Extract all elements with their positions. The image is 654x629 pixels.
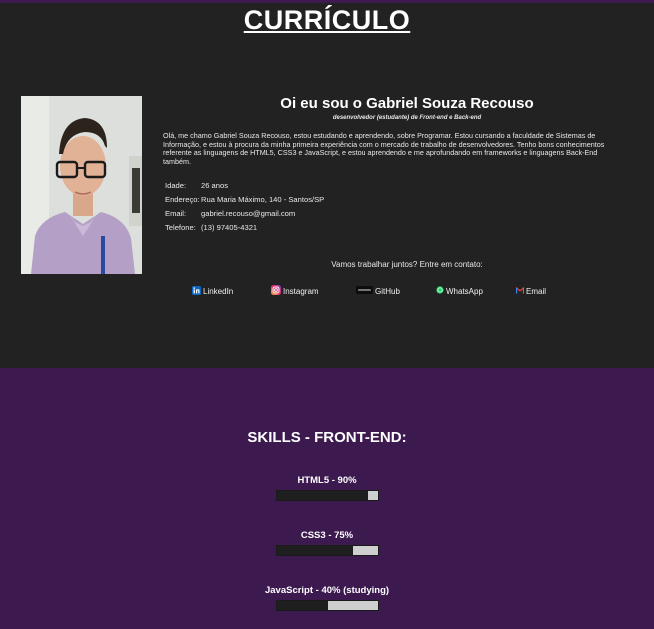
email-link[interactable]: Email xyxy=(515,284,547,298)
contact-links: LinkedIn Instagram GitHub WhatsApp Email xyxy=(190,284,590,298)
info-label: Idade: xyxy=(165,180,187,190)
skill-bar-html xyxy=(276,490,379,501)
skill-label-html: HTML5 - 90% xyxy=(297,475,357,486)
instagram-icon xyxy=(271,285,281,297)
linkedin-link[interactable]: LinkedIn xyxy=(192,284,233,298)
github-link[interactable]: GitHub xyxy=(356,284,400,298)
instagram-link[interactable]: Instagram xyxy=(271,284,319,298)
page-title: CURRÍCULO xyxy=(243,5,411,35)
linkedin-icon xyxy=(192,285,201,297)
contact-invite: Vamos trabalhar juntos? Entre em contato… xyxy=(331,260,483,269)
email-label: Email xyxy=(526,286,547,296)
skill-label-css: CSS3 - 75% xyxy=(300,530,354,541)
info-row-age: Idade: 26 anos xyxy=(165,178,324,192)
profile-photo xyxy=(21,96,142,274)
info-label: Email: xyxy=(165,208,187,218)
skills-title: SKILLS - FRONT-END: xyxy=(247,429,407,446)
gmail-icon xyxy=(515,286,525,296)
info-label: Telefone: xyxy=(165,222,196,232)
info-value: 26 anos xyxy=(201,180,229,190)
header-section: CURRÍCULO Oi eu sou o Gabriel Souza Reco… xyxy=(0,3,654,368)
info-label: Endereço: xyxy=(165,194,200,204)
info-row-phone: Telefone: (13) 97405-4321 xyxy=(165,220,324,234)
skill-bar-javascript xyxy=(276,600,379,611)
bio-paragraph: Olá, me chamo Gabriel Souza Recouso, est… xyxy=(163,131,605,166)
info-value: Rua Maria Máximo, 140 - Santos/SP xyxy=(201,194,325,204)
personal-info-table: Idade: 26 anos Endereço: Rua Maria Máxim… xyxy=(165,178,324,234)
github-label: GitHub xyxy=(375,286,400,296)
skill-fill xyxy=(277,491,368,500)
info-value: gabriel.recouso@gmail.com xyxy=(201,208,296,218)
skills-section: SKILLS - FRONT-END: HTML5 - 90% CSS3 - 7… xyxy=(0,368,654,629)
info-value: (13) 97405-4321 xyxy=(201,222,258,232)
info-row-email: Email: gabriel.recouso@gmail.com xyxy=(165,206,324,220)
whatsapp-icon xyxy=(436,286,444,296)
whatsapp-label: WhatsApp xyxy=(446,286,483,296)
linkedin-label: LinkedIn xyxy=(203,286,234,296)
intro-heading: Oi eu sou o Gabriel Souza Recouso xyxy=(280,95,534,112)
skill-fill xyxy=(277,601,328,610)
instagram-label: Instagram xyxy=(283,286,319,296)
intro-subtitle: desenvolvedor (estudante) de Front-end e… xyxy=(332,115,482,121)
skill-fill xyxy=(277,546,353,555)
github-icon xyxy=(356,286,373,296)
skill-bar-css xyxy=(276,545,379,556)
skill-label-javascript: JavaScript - 40% (studying) xyxy=(264,585,390,596)
info-row-address: Endereço: Rua Maria Máximo, 140 - Santos… xyxy=(165,192,324,206)
whatsapp-link[interactable]: WhatsApp xyxy=(436,284,483,298)
